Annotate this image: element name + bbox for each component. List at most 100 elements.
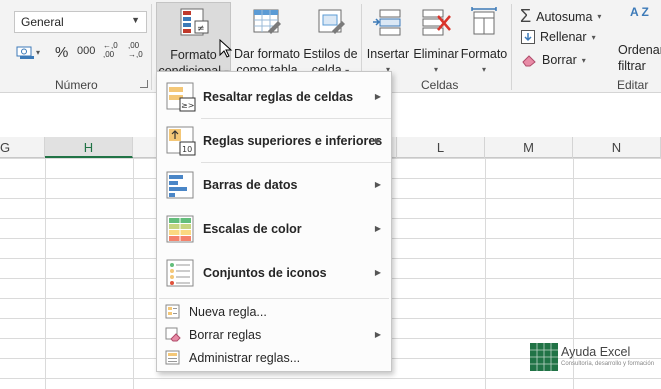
cell-styles-icon bbox=[318, 9, 345, 34]
menu-item-label: Administrar reglas... bbox=[189, 351, 301, 365]
menu-item-icon-sets[interactable]: Conjuntos de iconos ▶ bbox=[157, 253, 391, 295]
svg-text:10: 10 bbox=[182, 145, 192, 154]
menu-item-label: Escalas de color bbox=[203, 222, 302, 236]
group-label-editing: Editar bbox=[617, 78, 649, 92]
data-bars-icon bbox=[166, 171, 194, 199]
table-format-icon bbox=[253, 9, 281, 34]
comma-style-button[interactable]: 000 bbox=[77, 45, 95, 57]
column-header[interactable]: M bbox=[485, 137, 573, 158]
increase-decimals-button[interactable]: ←,0 ,00 bbox=[103, 41, 127, 59]
insert-label: Insertar bbox=[366, 47, 410, 61]
menu-item-data-bars[interactable]: Barras de datos ▶ bbox=[157, 165, 391, 207]
chevron-down-icon: ▾ bbox=[591, 32, 596, 42]
fill-button[interactable]: Rellenar ▾ bbox=[521, 30, 596, 44]
autosum-label: Autosuma bbox=[536, 9, 593, 24]
fill-down-icon bbox=[521, 30, 535, 44]
currency-icon bbox=[16, 46, 34, 59]
svg-text:≠: ≠ bbox=[197, 24, 205, 34]
format-as-table-label-1: Dar formato bbox=[234, 47, 300, 61]
grid-line bbox=[45, 158, 46, 389]
chevron-down-icon: ▾ bbox=[597, 12, 602, 21]
sort-az-icon: A Z bbox=[630, 5, 649, 19]
delete-cells-icon bbox=[422, 9, 451, 36]
number-format-select[interactable]: General ▼ bbox=[14, 11, 147, 33]
top-bottom-icon: 10 bbox=[166, 126, 196, 156]
column-header[interactable]: N bbox=[573, 137, 661, 158]
percent-icon: % bbox=[55, 44, 69, 61]
format-cells-icon bbox=[471, 7, 497, 35]
chevron-down-icon: ▾ bbox=[36, 47, 41, 57]
menu-item-color-scales[interactable]: Escalas de color ▶ bbox=[157, 209, 391, 251]
format-label: Formato bbox=[460, 47, 508, 61]
fill-label: Rellenar bbox=[540, 30, 587, 44]
icon-sets-icon bbox=[166, 259, 194, 287]
chevron-down-icon: ▾ bbox=[481, 65, 486, 74]
group-divider bbox=[151, 4, 152, 90]
chevron-down-icon[interactable]: ▼ bbox=[131, 15, 140, 25]
chevron-down-icon: ▾ bbox=[433, 65, 438, 74]
group-divider bbox=[511, 4, 512, 90]
menu-item-label: Nueva regla... bbox=[189, 305, 267, 319]
percent-style-button[interactable]: % bbox=[55, 44, 68, 61]
format-as-table-button[interactable]: Dar formato como tabla ▾ bbox=[233, 2, 301, 92]
grid-line bbox=[485, 158, 486, 389]
menu-item-new-rule[interactable]: Nueva regla... bbox=[157, 301, 391, 323]
increase-decimals-icon: ←,0 ,00 bbox=[103, 41, 118, 59]
submenu-arrow-icon: ▶ bbox=[374, 224, 381, 233]
column-header[interactable]: G bbox=[0, 137, 45, 158]
submenu-arrow-icon: ▶ bbox=[374, 330, 381, 339]
color-scales-icon bbox=[166, 215, 194, 243]
submenu-arrow-icon: ▶ bbox=[374, 92, 381, 101]
insert-cells-button[interactable]: Insertar ▾ bbox=[364, 2, 412, 74]
decrease-decimals-button[interactable]: ,00 →,0 bbox=[128, 41, 152, 59]
manage-rules-icon bbox=[165, 350, 180, 365]
menu-item-manage-rules[interactable]: Administrar reglas... bbox=[157, 347, 391, 369]
menu-item-label: Resaltar reglas de celdas bbox=[203, 90, 354, 104]
sort-filter-label-1: Ordenar bbox=[618, 43, 661, 57]
group-label-number: Número bbox=[55, 78, 98, 92]
menu-separator bbox=[201, 118, 391, 119]
menu-separator bbox=[159, 298, 389, 299]
conditional-format-menu: ≥> Resaltar reglas de celdas ▶ 10 Reglas… bbox=[156, 71, 392, 372]
group-label-cells: Celdas bbox=[421, 78, 459, 92]
svg-text:≥>: ≥> bbox=[181, 101, 194, 110]
highlight-cells-icon: ≥> bbox=[166, 82, 196, 112]
clear-rules-icon bbox=[165, 327, 181, 342]
cell-styles-button[interactable]: Estilos de celda ▾ bbox=[303, 2, 358, 77]
accounting-format-button[interactable]: ▾ bbox=[16, 44, 40, 60]
menu-item-highlight-rules[interactable]: ≥> Resaltar reglas de celdas ▶ bbox=[157, 76, 391, 118]
delete-cells-button[interactable]: Eliminar ▾ bbox=[413, 2, 459, 74]
menu-item-label: Reglas superiores e inferiores bbox=[203, 134, 383, 148]
watermark-tagline: Consultoría, desarrollo y formación bbox=[561, 361, 655, 367]
conditional-format-icon: ≠ bbox=[180, 8, 208, 36]
eraser-icon bbox=[522, 55, 536, 67]
decrease-decimals-icon: ,00 →,0 bbox=[128, 41, 143, 59]
mouse-pointer-icon bbox=[219, 39, 233, 58]
cell-styles-label-1: Estilos de bbox=[303, 47, 358, 61]
menu-item-label: Conjuntos de iconos bbox=[203, 266, 327, 280]
delete-label: Eliminar bbox=[413, 47, 459, 61]
sigma-icon: Σ bbox=[520, 6, 532, 26]
number-format-value: General bbox=[21, 15, 64, 29]
clear-button[interactable]: Borrar ▾ bbox=[521, 53, 586, 67]
submenu-arrow-icon: ▶ bbox=[374, 268, 381, 277]
ayuda-excel-logo bbox=[530, 343, 558, 371]
submenu-arrow-icon: ▶ bbox=[374, 136, 381, 145]
conditional-format-button[interactable]: ≠ Formato condicional ▾ bbox=[156, 2, 231, 78]
format-cells-button[interactable]: Formato ▾ bbox=[460, 2, 508, 74]
menu-item-top-bottom-rules[interactable]: 10 Reglas superiores e inferiores ▶ bbox=[157, 120, 391, 162]
autosum-button[interactable]: Σ Autosuma ▾ bbox=[520, 6, 601, 27]
column-header[interactable]: L bbox=[397, 137, 485, 158]
grid-line bbox=[133, 158, 134, 389]
number-dialog-launcher-icon[interactable] bbox=[140, 80, 148, 88]
column-header-selected[interactable]: H bbox=[45, 137, 133, 158]
menu-item-label: Barras de datos bbox=[203, 178, 298, 192]
clear-label: Borrar bbox=[542, 53, 577, 67]
menu-item-clear-rules[interactable]: Borrar reglas ▶ bbox=[157, 324, 391, 346]
submenu-arrow-icon: ▶ bbox=[374, 180, 381, 189]
sort-filter-label-2: filtrar bbox=[618, 59, 646, 71]
menu-separator bbox=[201, 162, 391, 163]
sort-filter-button[interactable]: A Z Ordenar filtrar bbox=[612, 2, 661, 72]
menu-item-label: Borrar reglas bbox=[189, 328, 262, 342]
watermark-name: Ayuda Excel bbox=[561, 345, 631, 359]
